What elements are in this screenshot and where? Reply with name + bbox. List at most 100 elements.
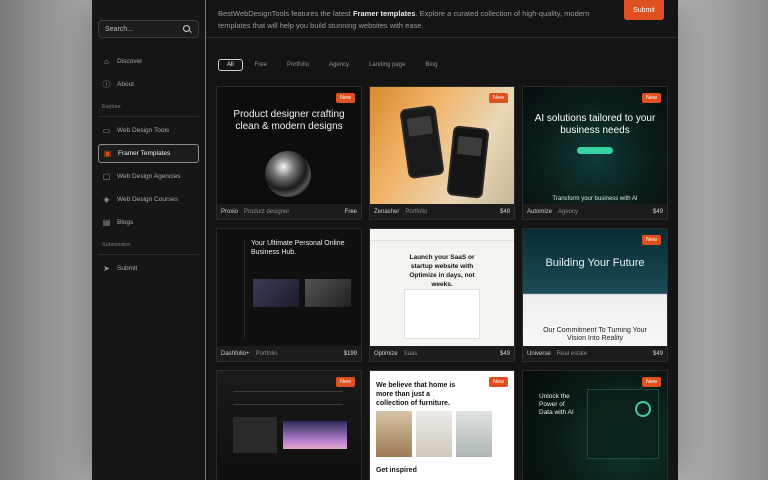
thumbnail-panel — [404, 289, 480, 339]
template-thumbnail: Product designer crafting clean & modern… — [217, 87, 361, 204]
sidebar-item-blogs[interactable]: ▤ Blogs — [98, 213, 199, 232]
card-meta: Optimize Saas $49 — [370, 346, 514, 362]
template-price: Free — [344, 209, 357, 215]
thumbnail-title: Unlock the Power of Data with AI — [539, 393, 574, 416]
sidebar-item-label: Web Design Tools — [117, 127, 170, 134]
template-grid: Product designer crafting clean & modern… — [216, 86, 668, 480]
chrome-sphere-image — [265, 151, 311, 197]
template-icon: ▣ — [103, 149, 112, 158]
new-badge: New — [335, 377, 355, 387]
sidebar-item-framer-templates[interactable]: ▣ Framer Templates — [98, 144, 199, 163]
new-badge: New — [488, 93, 508, 103]
thumbnail-subtitle: Get inspired — [376, 467, 417, 474]
filter-blog[interactable]: Blog — [417, 59, 445, 71]
card-meta: Proxio Product designer Free — [217, 204, 361, 220]
template-card[interactable]: We believe that home is more than just a… — [369, 370, 515, 480]
template-thumbnail: Building Your Future Our Commitment To T… — [523, 229, 667, 346]
template-price: $49 — [652, 351, 663, 357]
divider — [98, 116, 199, 117]
template-thumbnail: AI solutions tailored to your business n… — [523, 87, 667, 204]
filter-all[interactable]: All — [218, 59, 243, 71]
sidebar-item-label: About — [117, 81, 134, 88]
template-card[interactable]: Unlock the Power of Data with AI New — [522, 370, 668, 480]
template-thumbnail: Unlock the Power of Data with AI New — [523, 371, 667, 480]
section-explore: Explore — [102, 104, 121, 110]
template-name: Zenasher — [374, 209, 400, 215]
sidebar-item-label: Web Design Courses — [117, 196, 179, 203]
card-meta: Zenasher Portfolio $49 — [370, 204, 514, 220]
new-badge: New — [641, 377, 661, 387]
template-card[interactable]: Product designer crafting clean & modern… — [216, 86, 362, 220]
template-price: $49 — [652, 209, 663, 215]
new-badge: New — [335, 93, 355, 103]
furniture-image — [376, 411, 412, 457]
search-input[interactable]: Search... — [98, 20, 199, 38]
thumbnail-title: Building Your Future — [545, 257, 645, 269]
thumbnail-sidebar — [223, 239, 245, 339]
template-card[interactable]: Launch your SaaS or startup website with… — [369, 228, 515, 362]
template-card[interactable]: New — [216, 370, 362, 480]
search-placeholder: Search... — [105, 25, 134, 33]
template-price: $199 — [343, 351, 357, 357]
sidebar-item-about[interactable]: ⓘ About — [98, 75, 199, 94]
new-badge: New — [641, 235, 661, 245]
thumbnail-image — [283, 421, 347, 449]
sidebar-item-discover[interactable]: ⌂ Discover — [98, 52, 199, 71]
sidebar-item-label: Discover — [117, 58, 143, 65]
search-icon — [183, 24, 192, 34]
template-category: Real estate — [556, 351, 588, 357]
thumbnail-title: Launch your SaaS or startup website with… — [409, 254, 475, 288]
filter-landing-page[interactable]: Landing page — [361, 59, 413, 71]
tools-icon: ▭ — [102, 126, 111, 135]
thumbnail-subtitle: Our Commitment To Turning Your Vision In… — [543, 327, 647, 342]
main-content: BestWebDesignTools features the latest F… — [206, 0, 678, 480]
submit-button[interactable]: Submit — [624, 0, 664, 20]
template-price: $49 — [499, 209, 510, 215]
card-meta: Dashfolio+ Portfolio $199 — [217, 346, 361, 362]
thumbnail-subtitle: Transform your business with AI — [552, 196, 638, 202]
template-card[interactable]: Building Your Future Our Commitment To T… — [522, 228, 668, 362]
cta-pill — [577, 147, 613, 154]
intro-text: BestWebDesignTools features the latest F… — [218, 8, 608, 32]
phone-mockup — [399, 104, 445, 180]
sidebar-item-web-design-agencies[interactable]: ▢ Web Design Agencies — [98, 167, 199, 186]
template-category: Saas — [403, 351, 418, 357]
furniture-image — [456, 411, 492, 457]
template-name: Proxio — [221, 209, 239, 215]
sidebar-item-label: Submit — [117, 265, 138, 272]
template-name: Dashfolio+ — [221, 351, 250, 357]
template-card[interactable]: New Zenasher Portfolio $49 — [369, 86, 515, 220]
filter-agency[interactable]: Agency — [321, 59, 357, 71]
thumbnail-title: Product designer crafting clean & modern… — [233, 109, 345, 132]
intro-highlight: Framer templates — [352, 9, 416, 18]
filter-free[interactable]: Free — [247, 59, 275, 71]
divider — [98, 254, 199, 255]
filter-portfolio[interactable]: Portfolio — [279, 59, 317, 71]
template-name: Automize — [527, 209, 553, 215]
sidebar-item-web-design-tools[interactable]: ▭ Web Design Tools — [98, 121, 199, 140]
divider — [206, 37, 678, 38]
thumbnail-image — [233, 417, 277, 453]
template-category: Product designer — [244, 209, 290, 215]
document-icon: ▤ — [102, 218, 111, 227]
template-card[interactable]: AI solutions tailored to your business n… — [522, 86, 668, 220]
phone-mockup — [446, 125, 490, 199]
template-name: Universe — [527, 351, 551, 357]
sidebar: Search... ⌂ Discover ⓘ About Explore ▭ W… — [92, 0, 206, 480]
thumbnail-image — [305, 279, 351, 307]
section-submission: Submission — [102, 242, 131, 248]
thumbnail-text-block — [233, 391, 343, 405]
dashboard-mockup — [587, 389, 659, 459]
thumbnail-nav — [370, 229, 514, 241]
new-badge: New — [641, 93, 661, 103]
graduation-cap-icon: ◈ — [103, 195, 110, 204]
thumbnail-image — [253, 279, 299, 307]
sidebar-item-submit[interactable]: ➤ Submit — [98, 259, 199, 278]
template-thumbnail: New — [217, 371, 361, 480]
sidebar-item-label: Framer Templates — [118, 150, 171, 157]
template-card[interactable]: Your Ultimate Personal Online Business H… — [216, 228, 362, 362]
template-thumbnail: Launch your SaaS or startup website with… — [370, 229, 514, 346]
sidebar-item-web-design-courses[interactable]: ◈ Web Design Courses — [98, 190, 199, 209]
card-meta: Automize Agency $49 — [523, 204, 667, 220]
sidebar-item-label: Web Design Agencies — [117, 173, 181, 180]
